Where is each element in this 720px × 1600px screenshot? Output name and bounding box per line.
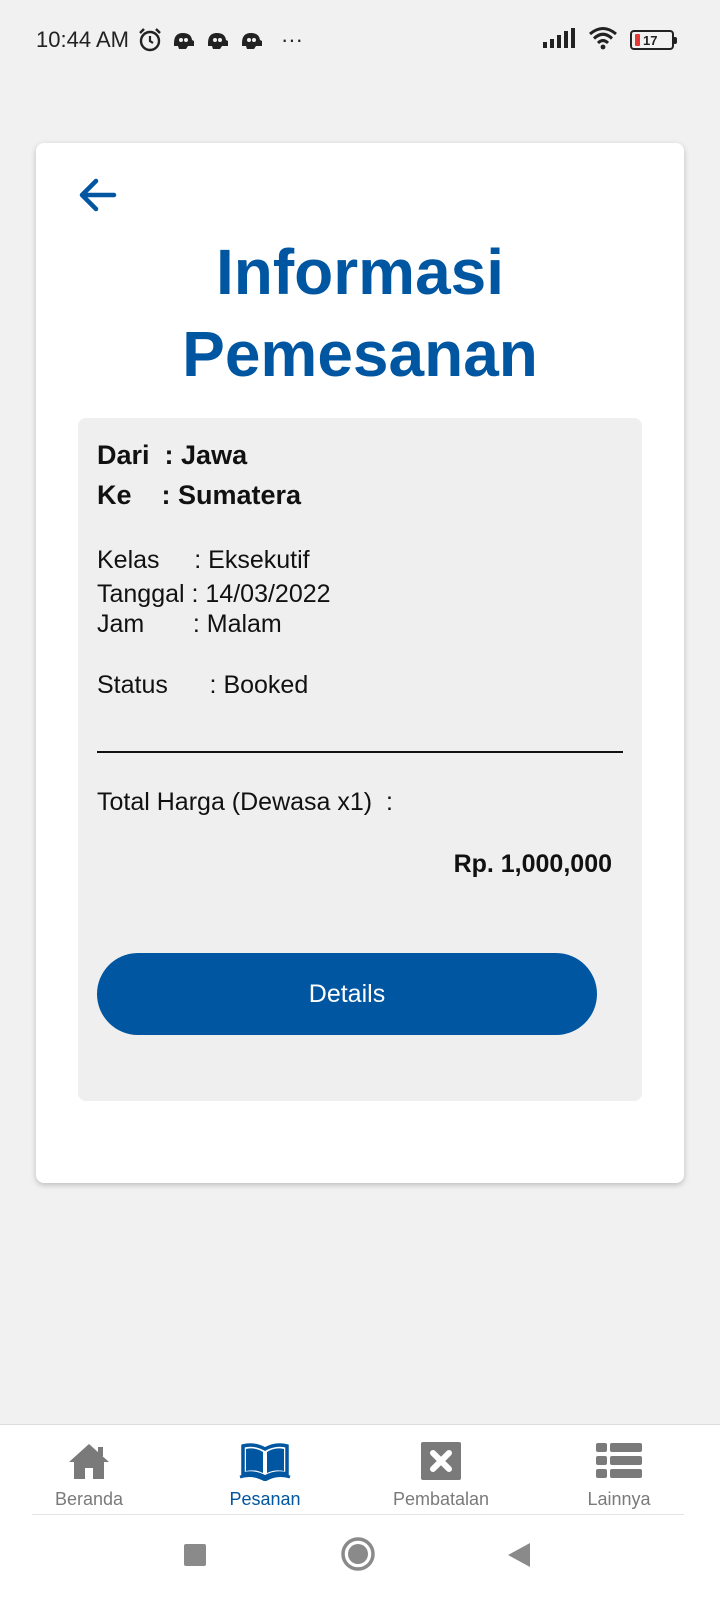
home-icon [66,1439,112,1483]
nav-item-lainnya[interactable]: Lainnya [534,1425,704,1521]
from-label: Dari : [97,440,182,470]
nav-item-pembatalan[interactable]: Pembatalan [356,1425,526,1521]
to-label: Ke : [97,480,179,510]
more-notifications: ··· [280,27,303,52]
battery-level: 17 [643,32,658,48]
book-icon [238,1439,292,1483]
time-value: Malam [206,610,282,638]
clock: 10:44 AM [36,27,129,52]
back-nav-button[interactable] [506,1542,532,1568]
class-row: Kelas : Eksekutif [97,546,310,575]
page-title: Informasi Pemesanan [182,236,538,390]
arrow-left-icon [79,178,117,212]
booking-info-panel: Dari : Jawa Ke : Sumatera Kelas : Ekseku… [78,418,642,1101]
status-label: Status : [97,671,224,699]
status-left: 10:44 AM ··· [36,26,303,54]
list-icon [595,1439,643,1483]
status-value: Booked [223,671,309,699]
total-price: Rp. 1,000,000 [453,850,612,878]
details-button[interactable]: Details [97,953,597,1035]
nav-label-lainnya: Lainnya [587,1489,651,1509]
nav-label-beranda: Beranda [54,1489,124,1509]
nav-divider [32,1514,684,1515]
nav-label-pembatalan: Pembatalan [392,1489,490,1509]
nav-item-pesanan[interactable]: Pesanan [180,1425,350,1521]
status-right: 17 [542,26,677,55]
app-notification-icon [205,29,231,51]
back-button[interactable] [74,171,122,219]
app-notification-icon [239,29,265,51]
to-row: Ke : Sumatera [97,480,301,511]
circle-icon [341,1537,375,1571]
from-value: Jawa [181,440,248,470]
triangle-back-icon [508,1543,530,1567]
booking-card: Informasi Pemesanan Dari : Jawa Ke : Sum… [36,143,684,1183]
home-button[interactable] [340,1536,376,1572]
total-label: Total Harga (Dewasa x1) : [97,788,393,816]
from-row: Dari : Jawa [97,440,247,471]
alarm-icon [137,27,163,53]
nav-label-pesanan: Pesanan [229,1489,301,1509]
status-bar: 10:44 AM ··· 17 [0,0,720,80]
wifi-icon [588,26,618,55]
date-value: 14/03/2022 [205,580,331,608]
date-label: Tanggal : [97,580,206,608]
to-value: Sumatera [178,480,302,510]
total-row: Total Harga (Dewasa x1) : [97,788,393,817]
app-notification-icon [171,29,197,51]
time-row: Jam : Malam [97,610,282,639]
cancel-icon [418,1439,464,1483]
date-row: Tanggal : 14/03/2022 [97,580,331,609]
divider [97,751,623,753]
signal-icon [542,27,576,54]
square-icon [184,1544,206,1566]
time-label: Jam : [97,610,207,638]
bottom-nav: Beranda Pesanan Pembatalan Lainnya [0,1424,720,1520]
battery-icon: 17 [630,30,677,50]
class-value: Eksekutif [208,546,310,574]
system-nav-bar [0,1520,720,1600]
recents-button[interactable] [182,1542,208,1568]
class-label: Kelas : [97,546,209,574]
battery-fill [635,34,640,46]
nav-item-beranda[interactable]: Beranda [4,1425,174,1521]
status-row: Status : Booked [97,671,308,700]
